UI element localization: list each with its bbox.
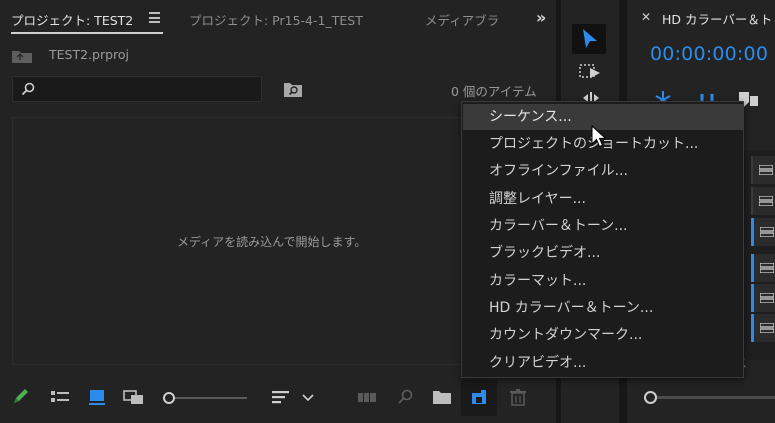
- tab-overflow-icon[interactable]: »: [536, 8, 546, 27]
- menu-item-bars-and-tone[interactable]: カラーバー＆トーン...: [463, 213, 743, 239]
- track-output-icon: [759, 196, 773, 206]
- new-item-button[interactable]: [461, 380, 497, 416]
- timeline-zoom-track: [654, 396, 775, 399]
- search-icon: [21, 82, 35, 96]
- track-select-tool-icon[interactable]: [579, 62, 603, 82]
- tab-media-browser[interactable]: メディアブラ: [425, 10, 510, 29]
- media-import-hint: メディアを読み込んで開始します。: [177, 235, 367, 249]
- freeform-view-icon[interactable]: [123, 388, 149, 406]
- zoom-slider-thumb[interactable]: [163, 392, 175, 404]
- automate-to-sequence-icon[interactable]: [357, 388, 377, 406]
- list-view-icon[interactable]: [50, 388, 70, 406]
- sort-icon[interactable]: [271, 388, 291, 406]
- active-tab-underline: [11, 32, 163, 34]
- tab-project-test2[interactable]: プロジェクト: TEST2: [11, 10, 133, 29]
- track-header[interactable]: [751, 284, 775, 312]
- zoom-slider-track: [171, 397, 247, 399]
- track-header[interactable]: [751, 187, 775, 215]
- new-bin-icon[interactable]: [432, 388, 452, 406]
- track-output-icon: [760, 323, 774, 333]
- timecode-display[interactable]: 00:00:00:00: [650, 43, 768, 65]
- menu-item-adjustment-layer[interactable]: 調整レイヤー...: [463, 186, 743, 212]
- timeline-zoom-thumb[interactable]: [644, 391, 657, 404]
- project-tabbar: プロジェクト: TEST2 プロジェクト: Pr15-4-1_TEST メディア…: [0, 0, 556, 36]
- project-folder-icon: [12, 51, 32, 63]
- find-icon[interactable]: [395, 388, 415, 406]
- trash-icon[interactable]: [508, 388, 528, 406]
- menu-item-transparent-video[interactable]: クリアビデオ...: [463, 350, 743, 376]
- search-input[interactable]: [41, 79, 256, 99]
- icon-view-icon[interactable]: [87, 388, 107, 406]
- thumbnail-zoom-slider[interactable]: [163, 392, 247, 404]
- panel-menu-icon[interactable]: [149, 12, 160, 23]
- track-header[interactable]: [751, 314, 775, 342]
- search-box[interactable]: [12, 76, 262, 102]
- menu-item-black-video[interactable]: ブラックビデオ...: [463, 240, 743, 266]
- new-item-icon: [472, 390, 486, 404]
- timeline-zoom-slider[interactable]: [644, 391, 775, 404]
- menu-item-countdown-leader[interactable]: カウントダウンマーク...: [463, 322, 743, 348]
- selection-arrow-icon: [583, 29, 597, 48]
- track-header[interactable]: [751, 156, 775, 184]
- write-protect-pencil-icon[interactable]: [11, 388, 31, 406]
- menu-item-hd-bars-and-tone[interactable]: HD カラーバー＆トーン...: [463, 295, 743, 321]
- track-header[interactable]: [751, 254, 775, 282]
- selection-tool-button[interactable]: [572, 24, 606, 54]
- track-output-icon: [760, 263, 774, 273]
- item-count: 0 個のアイテム: [451, 84, 537, 99]
- tab-project-pr15[interactable]: プロジェクト: Pr15-4-1_TEST: [189, 10, 363, 29]
- project-file-name: TEST2.prproj: [49, 47, 130, 62]
- mouse-cursor-icon: [591, 125, 607, 148]
- menu-item-offline-file[interactable]: オフラインファイル...: [463, 158, 743, 184]
- sort-chevron-down-icon[interactable]: [301, 388, 315, 406]
- track-output-icon: [760, 293, 774, 303]
- sequence-title[interactable]: HD カラーバー＆ト: [662, 9, 772, 28]
- track-output-icon: [760, 227, 774, 237]
- track-output-icon: [759, 165, 773, 175]
- menu-item-color-matte[interactable]: カラーマット...: [463, 268, 743, 294]
- close-icon[interactable]: ✕: [641, 10, 651, 24]
- track-header[interactable]: [751, 218, 775, 246]
- find-in-bin-icon[interactable]: [283, 80, 303, 98]
